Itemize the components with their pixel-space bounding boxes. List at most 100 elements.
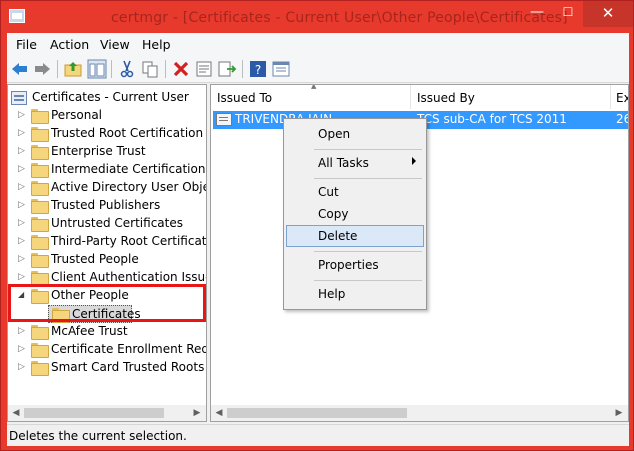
- tree-item-trusted-publishers[interactable]: ▷ Trusted Publishers: [8, 197, 206, 215]
- tree-pane[interactable]: Certificates - Current User ▷ Personal ▷…: [7, 84, 207, 422]
- status-text: Deletes the current selection.: [9, 429, 187, 443]
- folder-icon: [31, 199, 49, 214]
- show-hide-tree-icon[interactable]: [87, 59, 107, 79]
- menu-item-delete[interactable]: Delete: [286, 225, 424, 247]
- delete-icon[interactable]: [171, 59, 191, 79]
- expand-arrow-icon[interactable]: ▷: [18, 128, 28, 138]
- submenu-arrow-icon: [412, 157, 416, 165]
- title-bar[interactable]: certmgr - [Certificates - Current User\O…: [1, 1, 634, 35]
- tree-item-mcafee-trust[interactable]: ▷ McAfee Trust: [8, 323, 206, 341]
- help-icon[interactable]: ?: [248, 59, 268, 79]
- folder-icon: [31, 271, 49, 286]
- menu-help[interactable]: Help: [142, 37, 171, 52]
- tree-root-label: Certificates - Current User: [32, 90, 189, 104]
- scrollbar-thumb[interactable]: [24, 408, 164, 418]
- expand-arrow-icon[interactable]: ▷: [18, 200, 28, 210]
- scrollbar-thumb[interactable]: [227, 408, 407, 418]
- expand-arrow-icon[interactable]: ▷: [18, 254, 28, 264]
- certificates-root-icon: [11, 91, 27, 105]
- certmgr-window: certmgr - [Certificates - Current User\O…: [0, 0, 634, 451]
- app-icon[interactable]: [9, 9, 25, 23]
- folder-icon: [31, 235, 49, 250]
- folder-icon: [31, 325, 49, 340]
- menu-file[interactable]: File: [16, 37, 37, 52]
- expand-arrow-icon[interactable]: ▷: [18, 146, 28, 156]
- menu-item-all-tasks[interactable]: All Tasks: [286, 152, 424, 174]
- properties-icon[interactable]: [194, 59, 214, 79]
- column-header-expiration[interactable]: Ex: [611, 85, 628, 109]
- up-folder-icon[interactable]: [63, 59, 83, 79]
- expand-arrow-icon[interactable]: ▷: [18, 362, 28, 372]
- menu-item-label: Copy: [318, 207, 349, 221]
- menu-bar: File Action View Help: [7, 33, 629, 55]
- scroll-right-arrow-icon[interactable]: ▶: [190, 406, 204, 420]
- folder-icon: [31, 361, 49, 376]
- expand-arrow-icon[interactable]: ▷: [18, 344, 28, 354]
- close-button[interactable]: ✕: [583, 1, 633, 27]
- copy-icon[interactable]: [140, 59, 160, 79]
- list-horizontal-scrollbar[interactable]: ◀ ▶: [211, 405, 628, 421]
- scroll-left-arrow-icon[interactable]: ◀: [212, 406, 226, 420]
- expand-arrow-icon[interactable]: ▷: [18, 326, 28, 336]
- menu-item-label: Open: [318, 127, 351, 141]
- tree-item-intermediate[interactable]: ▷ Intermediate Certification Au: [8, 161, 206, 179]
- tree-item-label: Client Authentication Issuers: [51, 270, 207, 284]
- folder-icon: [31, 217, 49, 232]
- tree-item-enterprise-trust[interactable]: ▷ Enterprise Trust: [8, 143, 206, 161]
- maximize-button[interactable]: ☐: [553, 1, 583, 27]
- menu-item-copy[interactable]: Copy: [286, 203, 424, 225]
- menu-item-open[interactable]: Open: [286, 123, 424, 145]
- cell-issued-by: TCS sub-CA for TCS 2011: [417, 112, 567, 126]
- scroll-right-arrow-icon[interactable]: ▶: [612, 406, 626, 420]
- view-icon[interactable]: [271, 59, 291, 79]
- tree-item-label: Untrusted Certificates: [51, 216, 183, 230]
- tree-item-label: Third-Party Root Certification: [51, 234, 207, 248]
- export-list-icon[interactable]: [217, 59, 237, 79]
- menu-item-help[interactable]: Help: [286, 283, 424, 305]
- tree-item-trusted-people[interactable]: ▷ Trusted People: [8, 251, 206, 269]
- folder-icon: [31, 253, 49, 268]
- scroll-left-arrow-icon[interactable]: ◀: [9, 406, 23, 420]
- expand-arrow-icon[interactable]: ▷: [18, 164, 28, 174]
- tree-item-smart-card-roots[interactable]: ▷ Smart Card Trusted Roots: [8, 359, 206, 377]
- back-arrow-icon[interactable]: [10, 59, 30, 79]
- tree-item-active-directory[interactable]: ▷ Active Directory User Object: [8, 179, 206, 197]
- tree-item-label: Intermediate Certification Au: [51, 162, 206, 176]
- expand-arrow-icon[interactable]: ▷: [18, 182, 28, 192]
- tree-item-label: Active Directory User Object: [51, 180, 207, 194]
- status-bar: Deletes the current selection.: [7, 424, 629, 446]
- tree-horizontal-scrollbar[interactable]: ◀ ▶: [8, 405, 206, 421]
- menu-view[interactable]: View: [100, 37, 130, 52]
- toolbar-separator: [165, 60, 166, 78]
- folder-icon: [31, 127, 49, 142]
- tree-item-personal[interactable]: ▷ Personal: [8, 107, 206, 125]
- tree-item-third-party-root[interactable]: ▷ Third-Party Root Certification: [8, 233, 206, 251]
- menu-item-label: Cut: [318, 185, 339, 199]
- folder-icon: [31, 145, 49, 160]
- cell-expiration: 26: [616, 112, 628, 126]
- menu-item-label: Delete: [318, 229, 358, 243]
- menu-separator: [314, 251, 422, 252]
- column-header-issued-by[interactable]: Issued By: [411, 85, 611, 109]
- menu-item-cut[interactable]: Cut: [286, 181, 424, 203]
- cut-icon[interactable]: [117, 59, 137, 79]
- toolbar: ?: [7, 55, 629, 83]
- tree-item-label: McAfee Trust: [51, 324, 128, 338]
- menu-separator: [314, 280, 422, 281]
- expand-arrow-icon[interactable]: ▷: [18, 218, 28, 228]
- minimize-button[interactable]: —: [521, 1, 553, 27]
- expand-arrow-icon[interactable]: ▷: [18, 110, 28, 120]
- tree-item-cert-enrollment[interactable]: ▷ Certificate Enrollment Reque: [8, 341, 206, 359]
- tree-root[interactable]: Certificates - Current User: [8, 89, 206, 107]
- menu-item-label: Properties: [318, 258, 379, 272]
- expand-arrow-icon[interactable]: ▷: [18, 272, 28, 282]
- menu-action[interactable]: Action: [50, 37, 89, 52]
- menu-item-properties[interactable]: Properties: [286, 254, 424, 276]
- tree-item-untrusted[interactable]: ▷ Untrusted Certificates: [8, 215, 206, 233]
- tree-item-label: Trusted People: [51, 252, 139, 266]
- toolbar-separator: [111, 60, 112, 78]
- folder-icon: [31, 181, 49, 196]
- forward-arrow-icon[interactable]: [32, 59, 52, 79]
- tree-item-trusted-root[interactable]: ▷ Trusted Root Certification Au: [8, 125, 206, 143]
- expand-arrow-icon[interactable]: ▷: [18, 236, 28, 246]
